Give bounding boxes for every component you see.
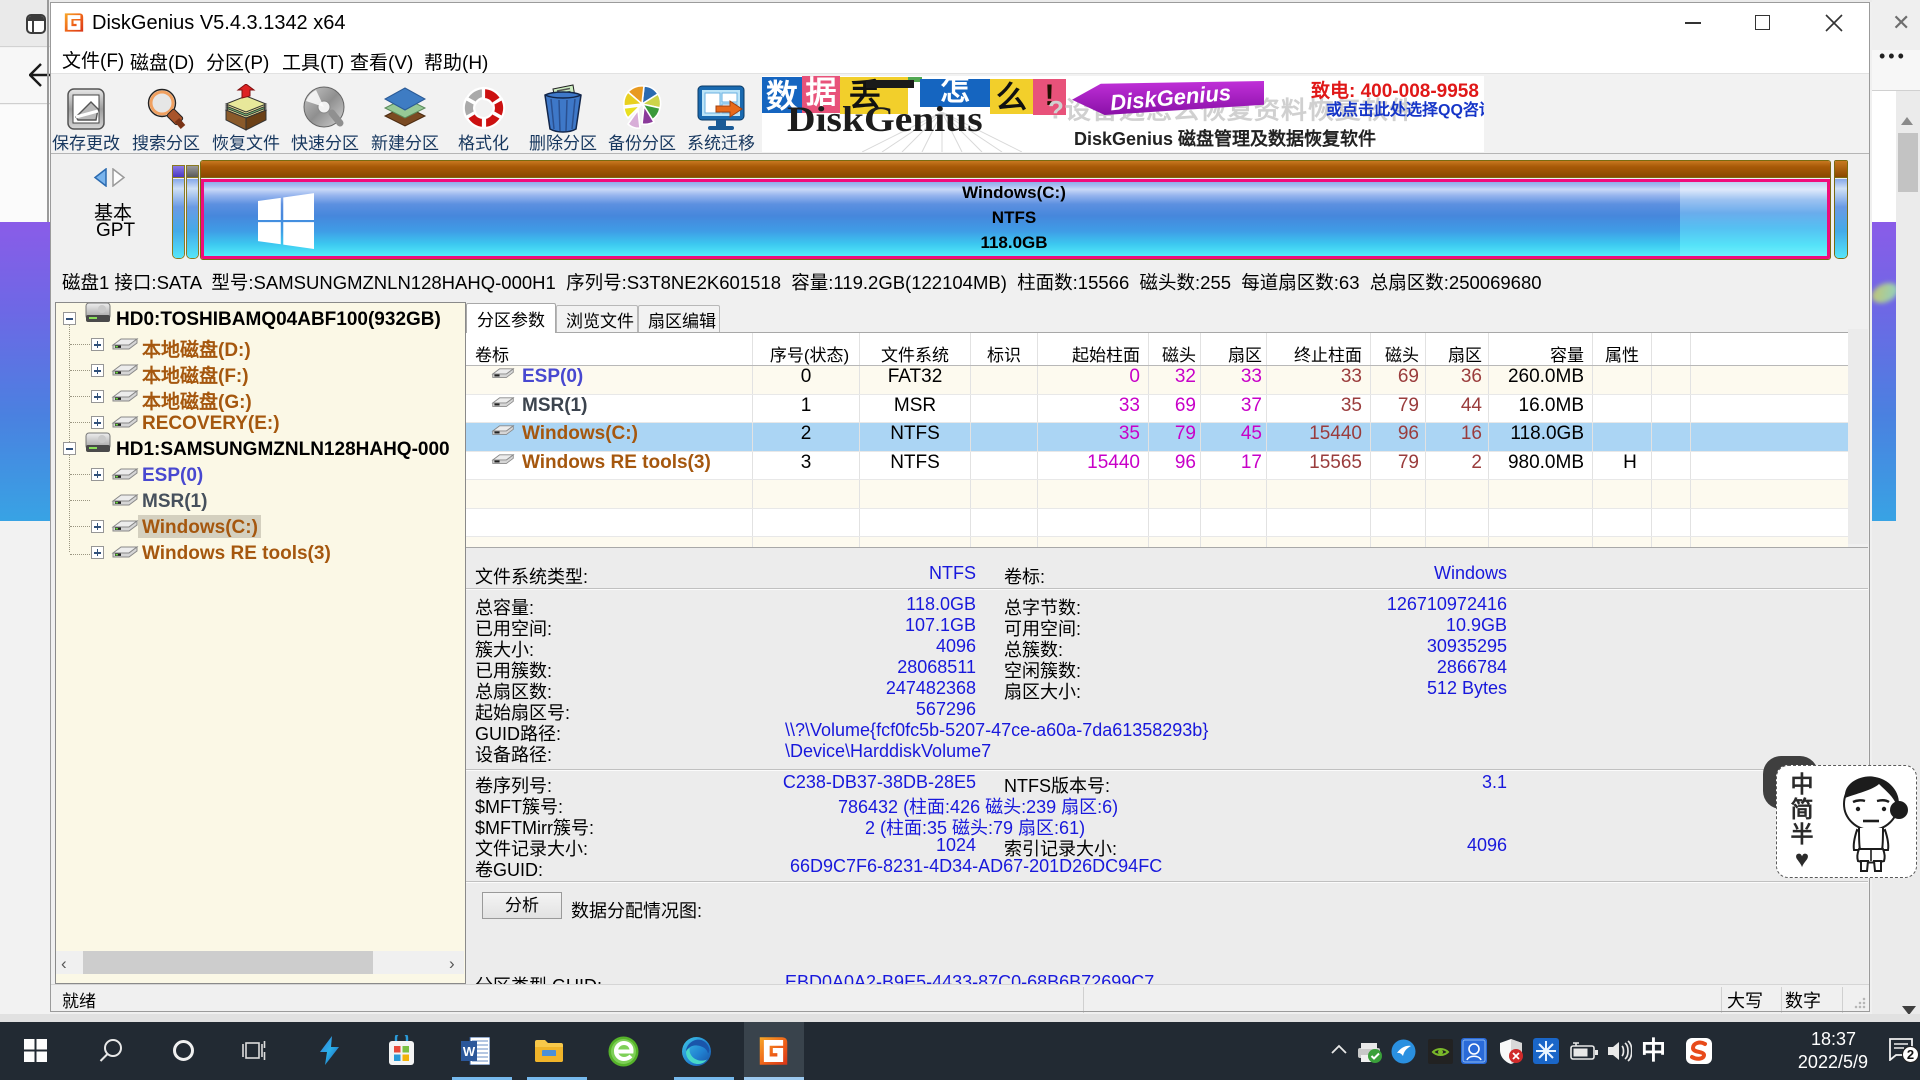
svg-text:W: W (463, 1044, 476, 1059)
